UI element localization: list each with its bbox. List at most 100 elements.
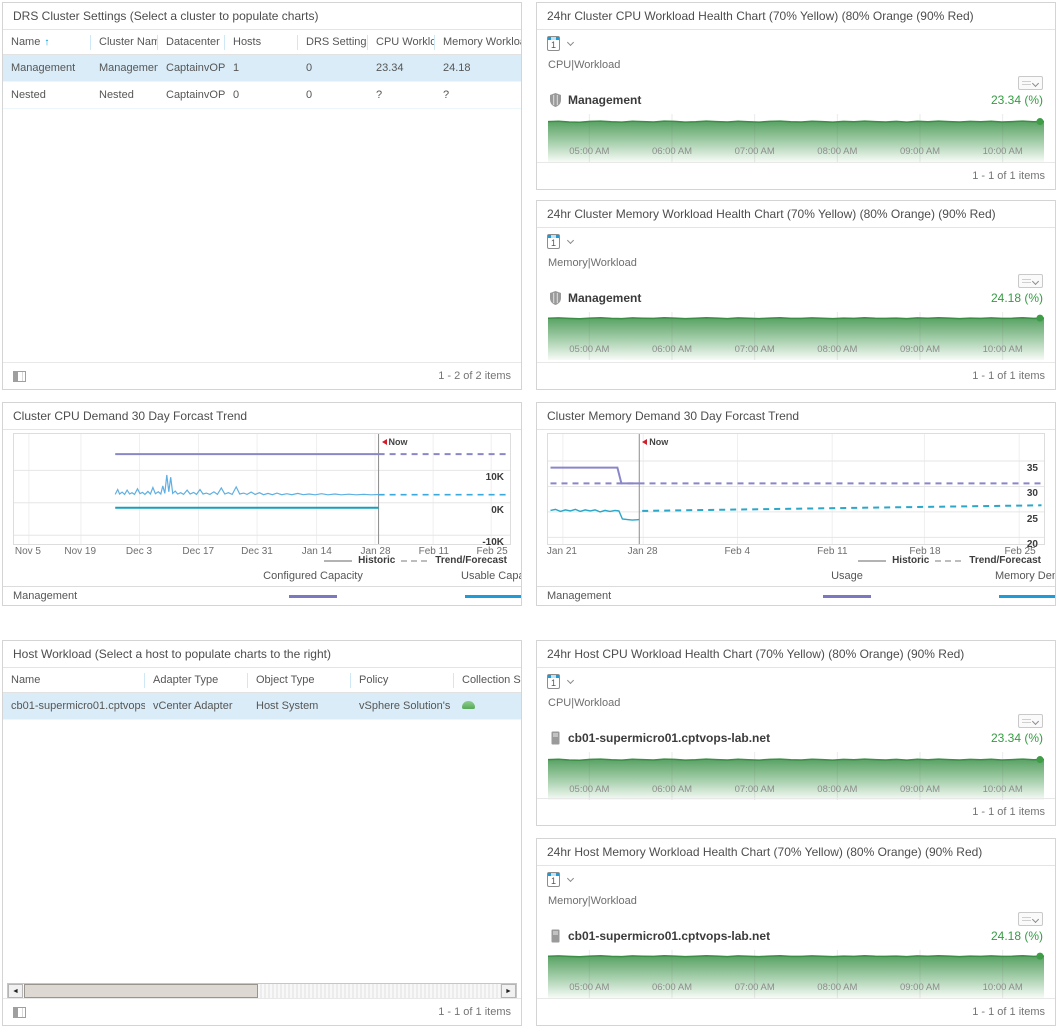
cluster-shield-icon xyxy=(549,93,562,107)
time-axis-labels: 05:00 AM06:00 AM07:00 AM08:00 AM09:00 AM… xyxy=(548,982,1044,993)
x-axis-label: Feb 4 xyxy=(724,546,750,557)
time-axis-labels: 05:00 AM06:00 AM07:00 AM08:00 AM09:00 AM… xyxy=(548,344,1044,355)
table-cell: vCenter Adapter xyxy=(145,700,248,712)
item-count: 1 - 1 of 1 items xyxy=(972,806,1045,818)
panel-host-memory-health: 24hr Host Memory Workload Health Chart (… xyxy=(536,838,1056,1026)
table-cell: Management xyxy=(91,62,158,74)
series-swatch xyxy=(999,595,1055,598)
table-cell: CaptainvOPS xyxy=(158,89,225,101)
column-selector-icon[interactable] xyxy=(13,1007,26,1018)
memory-workload-sparkline[interactable]: 05:00 AM06:00 AM07:00 AM08:00 AM09:00 AM… xyxy=(548,946,1044,998)
panel-memory-forecast-trend: Cluster Memory Demand 30 Day Forcast Tre… xyxy=(536,402,1056,606)
collecting-status-icon xyxy=(462,701,475,709)
chevron-down-icon[interactable] xyxy=(567,236,574,243)
date-control-icon[interactable]: 1 xyxy=(547,234,560,249)
column-header[interactable]: Adapter Type xyxy=(145,673,248,688)
host-system-icon xyxy=(549,731,562,745)
cpu-workload-sparkline[interactable]: 05:00 AM06:00 AM07:00 AM08:00 AM09:00 AM… xyxy=(548,748,1044,800)
scroll-left-button[interactable]: ◄ xyxy=(8,984,23,998)
host-workload-table: NameAdapter TypeObject TypePolicyCollect… xyxy=(3,668,521,720)
object-name: Management xyxy=(568,93,641,107)
x-axis-label: Dec 17 xyxy=(182,546,214,557)
series-table: Configured Capacity Usable Capacity Mana… xyxy=(3,567,521,606)
series-column-header: Usage xyxy=(831,570,863,582)
column-header[interactable]: Cluster Name xyxy=(91,35,158,50)
table-cell: 0 xyxy=(298,89,368,101)
drs-cluster-table: Name↑Cluster NameDatacenterHostsDRS Sett… xyxy=(3,30,521,109)
chart-footer: 1 - 1 of 1 items xyxy=(537,798,1055,825)
horizontal-scrollbar[interactable]: ◄ ► xyxy=(7,983,517,999)
table-body: cb01-supermicro01.cptvops-l..vCenter Ada… xyxy=(3,693,521,720)
column-header[interactable]: Hosts xyxy=(225,35,298,50)
series-column-header: Configured Capacity xyxy=(263,570,363,582)
item-count: 1 - 2 of 2 items xyxy=(438,370,511,382)
object-name: cb01-supermicro01.cptvops-lab.net xyxy=(568,731,770,745)
health-item-row[interactable]: cb01-supermicro01.cptvops-lab.net 24.18 … xyxy=(549,927,1043,945)
panel-title: Host Workload (Select a host to populate… xyxy=(3,641,521,668)
table-cell: vSphere Solution's D.. xyxy=(351,700,454,712)
legend-forecast-label: Trend/Forecast xyxy=(435,555,507,566)
metric-value: 23.34 (%) xyxy=(991,93,1043,107)
item-count: 1 - 1 of 1 items xyxy=(972,170,1045,182)
date-control-icon[interactable]: 1 xyxy=(547,872,560,887)
table-cell: 0 xyxy=(225,89,298,101)
chevron-down-icon[interactable] xyxy=(567,676,574,683)
sort-options-dropdown-icon[interactable] xyxy=(1018,912,1043,926)
time-axis-labels: 05:00 AM06:00 AM07:00 AM08:00 AM09:00 AM… xyxy=(548,146,1044,157)
date-control-icon[interactable]: 1 xyxy=(547,36,560,51)
column-header[interactable]: DRS Settings xyxy=(298,35,368,50)
series-row[interactable]: Management xyxy=(3,586,521,606)
forecast-plot-area[interactable]: 10K0K-10K Now xyxy=(13,433,511,545)
column-header[interactable]: Object Type xyxy=(248,673,351,688)
column-header[interactable]: Name xyxy=(3,673,145,688)
x-axis-label: Nov 19 xyxy=(64,546,96,557)
metric-value: 23.34 (%) xyxy=(991,731,1043,745)
cpu-workload-sparkline[interactable]: 05:00 AM06:00 AM07:00 AM08:00 AM09:00 AM… xyxy=(548,110,1044,162)
metric-label: CPU|Workload xyxy=(548,59,620,71)
memory-workload-sparkline[interactable]: 05:00 AM06:00 AM07:00 AM08:00 AM09:00 AM… xyxy=(548,308,1044,360)
panel-title: 24hr Cluster Memory Workload Health Char… xyxy=(537,201,1055,228)
sort-options-dropdown-icon[interactable] xyxy=(1018,714,1043,728)
chevron-down-icon[interactable] xyxy=(567,874,574,881)
series-row[interactable]: Management xyxy=(537,586,1055,606)
table-cell: 23.34 xyxy=(368,62,435,74)
table-row[interactable]: cb01-supermicro01.cptvops-l..vCenter Ada… xyxy=(3,693,521,720)
now-arrow-icon xyxy=(639,439,647,445)
x-axis-label: Dec 31 xyxy=(241,546,273,557)
table-cell: ? xyxy=(435,89,522,101)
now-arrow-icon xyxy=(379,439,387,445)
health-item-row[interactable]: Management 24.18 (%) xyxy=(549,289,1043,307)
scroll-right-button[interactable]: ► xyxy=(501,984,516,998)
column-header[interactable]: Memory Workload % xyxy=(435,35,522,50)
metric-label: CPU|Workload xyxy=(548,697,620,709)
x-axis-label: Jan 28 xyxy=(628,546,658,557)
metric-label: Memory|Workload xyxy=(548,257,637,269)
table-cell: cb01-supermicro01.cptvops-l.. xyxy=(3,700,145,712)
table-footer: 1 - 2 of 2 items xyxy=(3,362,521,389)
health-item-row[interactable]: Management 23.34 (%) xyxy=(549,91,1043,109)
item-count: 1 - 1 of 1 items xyxy=(972,1006,1045,1018)
legend-historic-label: Historic xyxy=(892,555,929,566)
table-cell: Management xyxy=(3,62,91,74)
series-swatch xyxy=(823,595,871,598)
table-row[interactable]: NestedNestedCaptainvOPS00?? xyxy=(3,82,521,109)
legend-historic-label: Historic xyxy=(358,555,395,566)
column-header[interactable]: Name↑ xyxy=(3,35,91,50)
scrollbar-thumb[interactable] xyxy=(24,984,258,998)
panel-cpu-forecast-trend: Cluster CPU Demand 30 Day Forcast Trend … xyxy=(2,402,522,606)
sort-options-dropdown-icon[interactable] xyxy=(1018,274,1043,288)
health-item-row[interactable]: cb01-supermicro01.cptvops-lab.net 23.34 … xyxy=(549,729,1043,747)
column-header[interactable]: CPU Workload % xyxy=(368,35,435,50)
chevron-down-icon[interactable] xyxy=(567,38,574,45)
table-row[interactable]: ManagementManagementCaptainvOPS1023.3424… xyxy=(3,55,521,82)
column-header[interactable]: Datacenter xyxy=(158,35,225,50)
date-control-icon[interactable]: 1 xyxy=(547,674,560,689)
column-selector-icon[interactable] xyxy=(13,371,26,382)
x-axis-label: Nov 5 xyxy=(15,546,41,557)
forecast-plot-area[interactable]: 35302520 Now xyxy=(547,433,1045,545)
chart-footer: 1 - 1 of 1 items xyxy=(537,162,1055,189)
column-header[interactable]: Collection State xyxy=(454,673,522,688)
column-header[interactable]: Policy xyxy=(351,673,454,688)
sort-options-dropdown-icon[interactable] xyxy=(1018,76,1043,90)
table-cell: CaptainvOPS xyxy=(158,62,225,74)
